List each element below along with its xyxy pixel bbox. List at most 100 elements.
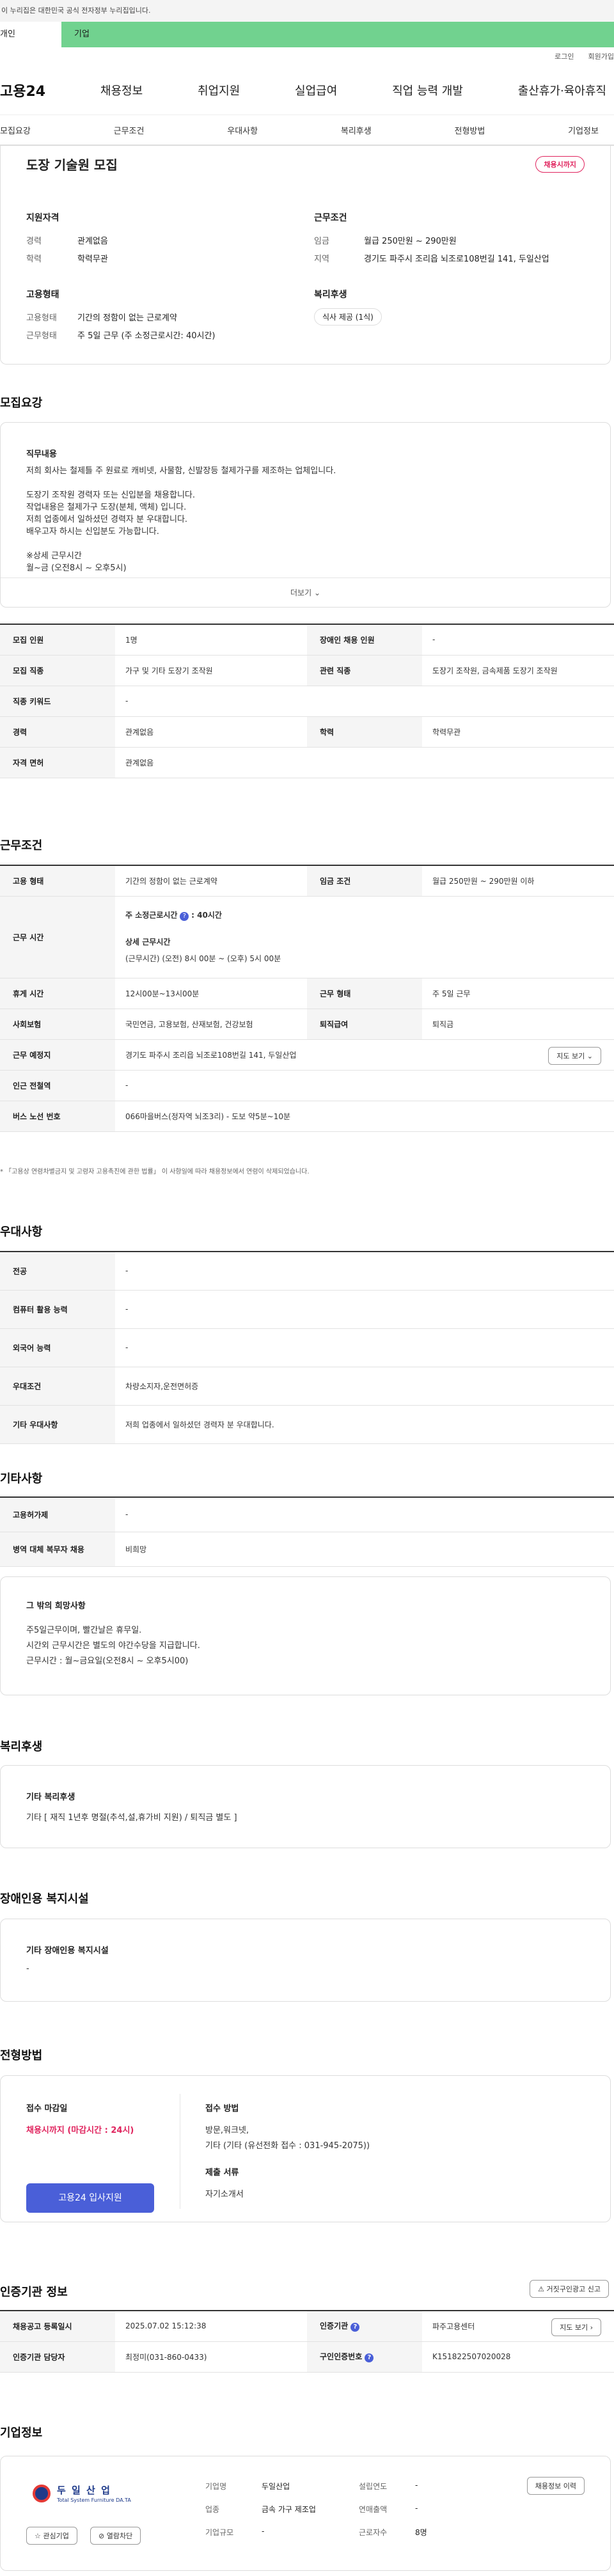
report-button[interactable]: ⚠ 거짓구인광고 신고 (530, 2280, 609, 2298)
company-logo-sub: Total System Furniture DA.TA (57, 2497, 131, 2503)
cell-label: 근무 예정지 (0, 1039, 115, 1071)
duty-line: 도장기 조작원 경력자 또는 신입분을 채용합니다. (26, 491, 195, 500)
cell-label: 퇴직급여 (307, 1009, 422, 1040)
chevron-right-icon: › (590, 2323, 593, 2332)
disabled-card: 기타 장애인용 복지시설 - (0, 1919, 611, 2002)
subnav-company[interactable]: 기업정보 (568, 124, 599, 136)
cell-label: 인증기관 담당자 (0, 2341, 115, 2373)
cell-label: 컴퓨터 활용 능력 (0, 1290, 115, 1329)
hiring-history-button[interactable]: 채용정보 이력 (526, 2477, 585, 2495)
edu-value: 학력무관 (77, 255, 108, 264)
subnav-welfare[interactable]: 복리후생 (341, 124, 372, 136)
cell-label: 관련 직종 (307, 655, 422, 686)
age-note: * 「고용상 연령차별금지 및 고령자 고용촉진에 관한 법률」 이 사항일에 … (0, 1168, 310, 1175)
subnav-conditions[interactable]: 근무조건 (114, 124, 145, 136)
cell-label: 기타 우대사항 (0, 1405, 115, 1444)
cell-label: 근무 시간 (0, 896, 115, 978)
welfare-title: 복리후생 (314, 290, 347, 300)
subnav-selection[interactable]: 전형방법 (455, 124, 485, 136)
table-row: 근무 예정지 경기도 파주시 조리읍 뇌조로108번길 141, 두일산업 지도… (0, 1039, 614, 1071)
table-row: 경력 관계없음 학력 학력무관 (0, 716, 614, 748)
cell-label: 인증기관 ? (307, 2311, 422, 2342)
work-time-detail: (근무시간) (오전) 8시 00분 ~ (오후) 5시 00분 (125, 954, 281, 963)
favorite-company-button[interactable]: ☆ 관심기업 (26, 2527, 77, 2545)
cell-label: 휴게 시간 (0, 978, 115, 1009)
company-name-label: 기업명 (205, 2482, 227, 2491)
disabled-card-title: 기타 장애인용 복지시설 (26, 1946, 109, 1956)
info-icon: ? (180, 912, 189, 921)
signup-link[interactable]: 회원가입 (588, 51, 614, 65)
deadline-title: 접수 마감일 (26, 2104, 68, 2114)
site-logo[interactable]: 고용24 (0, 80, 45, 100)
table-row: 직종 키워드 - (0, 686, 614, 717)
nav-jobs[interactable]: 채용정보 (100, 82, 143, 98)
welfare-card-value: 기타 [ 재직 1년후 명절(추석,설,휴가비 지원) / 퇴직금 별도 ] (26, 1813, 237, 1823)
industry-label: 업종 (205, 2505, 220, 2514)
org-value: 파주고용센터 (432, 2321, 475, 2331)
tab-company[interactable]: 기업 (61, 22, 102, 47)
qual-title: 지원자격 (26, 213, 59, 223)
other-card: 그 밖의 희망사항 주5일근무이며, 빨간날은 휴무일. 시간외 근무시간은 별… (0, 1576, 611, 1695)
cell-value: - (115, 1252, 614, 1291)
welfare-card-title: 기타 복리후생 (26, 1793, 75, 1802)
cell-label: 임금 조건 (307, 865, 422, 897)
org-label: 인증기관 (320, 2321, 349, 2331)
cell-value: - (422, 624, 614, 656)
cell-value: - (115, 1328, 614, 1367)
workplace-value: 경기도 파주시 조리읍 뇌조로108번길 141, 두일산업 (125, 1050, 297, 1060)
table-row: 사회보험 국민연금, 고용보험, 산재보험, 건강보험 퇴직급여 퇴직금 (0, 1009, 614, 1040)
preference-table: 전공 - 컴퓨터 활용 능력 - 외국어 능력 - 우대조건 차량소지자,운전면허증 기… (0, 1251, 614, 1444)
table-row: 전공 - (0, 1252, 614, 1291)
employees-label: 근로자수 (359, 2528, 388, 2537)
area-label: 지역 (314, 255, 329, 264)
recruit-table: 모집 인원 1명 장애인 채용 인원 - 모집 직종 가구 및 기타 도장기 조… (0, 624, 614, 778)
duty-line: 저희 업종에서 일하셨던 경력자 분 우대합니다. (26, 515, 188, 524)
cell-label: 모집 인원 (0, 624, 115, 656)
cell-value: 비희망 (115, 1532, 614, 1567)
cell-value: 월급 250만원 ~ 290만원 이하 (422, 865, 614, 897)
job-title: 도장 기술원 모집 (26, 157, 118, 173)
tab-personal[interactable]: 개인 (0, 22, 61, 47)
size-value: - (262, 2527, 265, 2536)
nav-parental-leave[interactable]: 출산휴가·육아휴직 (518, 82, 606, 98)
agency-map-button[interactable]: 지도 보기 › (551, 2318, 601, 2336)
company-logo-name: 두 일 산 업 (57, 2485, 111, 2496)
exp-label: 경력 (26, 237, 42, 246)
docs-title: 제출 서류 (205, 2168, 239, 2178)
table-row: 모집 인원 1명 장애인 채용 인원 - (0, 624, 614, 656)
apply-button[interactable]: 고용24 입사지원 (26, 2183, 154, 2213)
table-row: 우대조건 차량소지자,운전면허증 (0, 1367, 614, 1406)
other-title: 그 밖의 희망사항 (26, 1601, 86, 1611)
cell-label: 자격 면허 (0, 747, 115, 778)
cell-value: 관계없음 (115, 747, 614, 778)
cell-label: 전공 (0, 1252, 115, 1291)
more-label[interactable]: 더보기 (290, 588, 311, 597)
block-icon: ⊘ (98, 2532, 105, 2540)
nav-training[interactable]: 직업 능력 개발 (392, 82, 463, 98)
cell-value: 주 5일 근무 (422, 978, 614, 1009)
cell-label: 고용 형태 (0, 865, 115, 897)
deadline-value: 채용시까지 (마감시간 : 24시) (26, 2126, 134, 2135)
docs-value: 자기소개서 (205, 2190, 244, 2199)
nav-unemployment[interactable]: 실업급여 (295, 82, 337, 98)
other-text: 주5일근무이며, 빨간날은 휴무일. 시간외 근무시간은 별도의 야간수당을 지… (26, 1623, 200, 1669)
work-time-main: 주 소정근로시간 ? : 40시간 (125, 909, 614, 922)
duty-line (26, 538, 336, 550)
map-button[interactable]: 지도 보기 ⌄ (548, 1046, 601, 1065)
login-link[interactable]: 로그인 (555, 51, 574, 65)
apply-button-label: 고용24 입사지원 (58, 2193, 122, 2203)
other-line: 주5일근무이며, 빨간날은 휴무일. (26, 1626, 142, 1635)
subnav-recruit[interactable]: 모집요강 (0, 124, 31, 136)
method-line2: 기타 (기타 (유선전화 접수 : 031-945-2075)) (205, 2141, 370, 2151)
cell-label: 직종 키워드 (0, 686, 115, 717)
more-bar[interactable]: 더보기 ⌄ (1, 577, 610, 607)
subnav-preference[interactable]: 우대사항 (227, 124, 258, 136)
etc-title: 기타사항 (0, 1472, 43, 1486)
cond-title: 근무조건 (314, 213, 347, 223)
block-view-button[interactable]: ⊘ 열람차단 (90, 2527, 141, 2545)
info-icon: ? (365, 2353, 374, 2362)
cell-label: 학력 (307, 716, 422, 748)
cell-value: 학력무관 (422, 716, 614, 748)
agency-table: 채용공고 등록일시 2025.07.02 15:12:38 인증기관 ? 파주고… (0, 2310, 614, 2373)
nav-employment-support[interactable]: 취업지원 (198, 82, 240, 98)
